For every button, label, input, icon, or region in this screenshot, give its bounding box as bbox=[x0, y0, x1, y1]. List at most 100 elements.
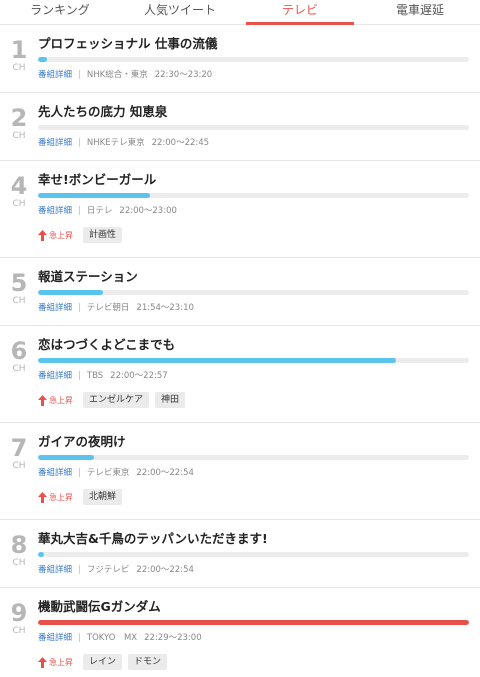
keyword-tag[interactable]: エンゼルケア bbox=[83, 392, 150, 408]
progress-bar bbox=[38, 125, 469, 130]
program-list: 1 CH プロフェッショナル 仕事の流儀 番組詳細 | NHK総合・東京 22:30〜23:… bbox=[0, 25, 480, 677]
progress-bar bbox=[38, 193, 469, 198]
station-name: 日テレ bbox=[86, 206, 113, 216]
trend-tags: 急上昇 レイン ドモン bbox=[38, 654, 469, 670]
program-row[interactable]: 8 CH 華丸大吉&千鳥のテッパンいただきます! 番組詳細 | フジテレビ 22:00〜22… bbox=[0, 520, 480, 588]
channel-number: 9 CH bbox=[0, 600, 38, 637]
program-row[interactable]: 2 CH 先人たちの底力 知恵泉番組詳細 | NHKEテレ東京 22:00〜22:45 bbox=[0, 93, 480, 161]
program-title[interactable]: 幸せ!ボンビーガール bbox=[38, 172, 469, 188]
progress-bar bbox=[38, 290, 469, 295]
broadcast-time: 21:54〜23:10 bbox=[136, 303, 194, 313]
station-name: フジテレビ bbox=[86, 565, 130, 575]
program-meta: 番組詳細 | TOKYO MX 22:29〜23:00 bbox=[38, 632, 469, 644]
program-detail-link[interactable]: 番組詳細 bbox=[38, 633, 72, 643]
rising-badge: 急上昇 bbox=[38, 394, 73, 406]
progress-bar bbox=[38, 552, 469, 557]
station-name: NHKEテレ東京 bbox=[86, 138, 145, 148]
broadcast-time: 22:00〜22:57 bbox=[110, 371, 168, 381]
keyword-tag[interactable]: レイン bbox=[83, 654, 123, 670]
tab-popular-tweets[interactable]: 人気ツイート bbox=[120, 0, 240, 24]
rising-arrow-icon bbox=[38, 491, 47, 503]
channel-number-value: 1 bbox=[10, 36, 28, 64]
channel-number-value: 8 bbox=[10, 531, 28, 559]
program-meta: 番組詳細 | テレビ朝日 21:54〜23:10 bbox=[38, 302, 469, 314]
trend-tags: 急上昇 計画性 bbox=[38, 227, 469, 243]
progress-bar-fill bbox=[38, 358, 396, 363]
rising-arrow-icon bbox=[38, 656, 47, 668]
channel-number-value: 9 bbox=[10, 599, 28, 627]
meta-separator: | bbox=[78, 138, 81, 148]
rising-arrow-icon bbox=[38, 394, 47, 406]
channel-number: 4 CH bbox=[0, 173, 38, 210]
program-title[interactable]: 華丸大吉&千鳥のテッパンいただきます! bbox=[38, 531, 469, 547]
keyword-tag[interactable]: 北朝鮮 bbox=[83, 489, 123, 505]
program-row[interactable]: 9 CH 機動武闘伝Gガンダム 番組詳細 | TOKYO MX 22:29〜23:00 急上昇… bbox=[0, 588, 480, 677]
program-meta: 番組詳細 | NHK総合・東京 22:30〜23:20 bbox=[38, 69, 469, 81]
rising-badge: 急上昇 bbox=[38, 229, 73, 241]
program-title[interactable]: 先人たちの底力 知恵泉 bbox=[38, 104, 469, 120]
program-detail-link[interactable]: 番組詳細 bbox=[38, 206, 72, 216]
broadcast-time: 22:00〜23:00 bbox=[119, 206, 177, 216]
program-meta: 番組詳細 | TBS 22:00〜22:57 bbox=[38, 370, 469, 382]
broadcast-time: 22:00〜22:45 bbox=[151, 138, 210, 148]
program-detail-link[interactable]: 番組詳細 bbox=[38, 371, 72, 381]
progress-bar-fill bbox=[38, 290, 103, 295]
program-title[interactable]: 機動武闘伝Gガンダム bbox=[38, 599, 469, 615]
channel-number: 8 CH bbox=[0, 532, 38, 569]
broadcast-time: 22:29〜23:00 bbox=[144, 633, 202, 643]
channel-number: 7 CH bbox=[0, 435, 38, 472]
channel-number-value: 5 bbox=[10, 269, 28, 297]
program-title[interactable]: 報道ステーション bbox=[38, 269, 469, 285]
tab-train-delays[interactable]: 電車遅延 bbox=[360, 0, 480, 24]
program-title[interactable]: プロフェッショナル 仕事の流儀 bbox=[38, 36, 469, 52]
trend-tags: 急上昇 エンゼルケア 神田 bbox=[38, 392, 469, 408]
channel-unit-label: CH bbox=[12, 364, 26, 374]
program-row[interactable]: 7 CH ガイアの夜明け番組詳細 | テレビ東京 22:00〜22:54 急上昇 北朝鮮 bbox=[0, 423, 480, 520]
program-detail-link[interactable]: 番組詳細 bbox=[38, 70, 72, 80]
channel-unit-label: CH bbox=[12, 626, 26, 636]
program-row[interactable]: 4 CH 幸せ!ボンビーガール 番組詳細 | 日テレ 22:00〜23:00 急上昇 計画性 bbox=[0, 161, 480, 258]
trend-tags: 急上昇 北朝鮮 bbox=[38, 489, 469, 505]
program-row[interactable]: 6 CH 恋はつづくよどこまでも 番組詳細 | TBS 22:00〜22:57 急上昇 エンゼル… bbox=[0, 326, 480, 423]
broadcast-time: 22:00〜22:54 bbox=[136, 468, 194, 478]
rising-label: 急上昇 bbox=[49, 230, 73, 240]
station-name: NHK総合・東京 bbox=[86, 70, 148, 80]
channel-number-value: 4 bbox=[10, 172, 28, 200]
program-row[interactable]: 5 CH 報道ステーション番組詳細 | テレビ朝日 21:54〜23:10 bbox=[0, 258, 480, 326]
progress-bar bbox=[38, 358, 469, 363]
program-title[interactable]: ガイアの夜明け bbox=[38, 434, 469, 450]
program-detail-link[interactable]: 番組詳細 bbox=[38, 138, 72, 148]
station-name: テレビ東京 bbox=[86, 468, 130, 478]
program-row[interactable]: 1 CH プロフェッショナル 仕事の流儀 番組詳細 | NHK総合・東京 22:30〜23:… bbox=[0, 25, 480, 93]
channel-number-value: 7 bbox=[10, 434, 28, 462]
program-meta: 番組詳細 | テレビ東京 22:00〜22:54 bbox=[38, 467, 469, 479]
meta-separator: | bbox=[78, 371, 81, 381]
program-detail-link[interactable]: 番組詳細 bbox=[38, 565, 72, 575]
station-name: テレビ朝日 bbox=[86, 303, 130, 313]
program-meta: 番組詳細 | フジテレビ 22:00〜22:54 bbox=[38, 564, 469, 576]
keyword-tag[interactable]: 計画性 bbox=[83, 227, 123, 243]
broadcast-time: 22:00〜22:54 bbox=[136, 565, 194, 575]
meta-separator: | bbox=[78, 468, 81, 478]
program-detail-link[interactable]: 番組詳細 bbox=[38, 303, 72, 313]
station-name: TBS bbox=[86, 371, 104, 381]
rising-label: 急上昇 bbox=[49, 657, 73, 667]
rising-badge: 急上昇 bbox=[38, 656, 73, 668]
progress-bar bbox=[38, 620, 469, 625]
keyword-tag[interactable]: ドモン bbox=[128, 654, 168, 670]
program-meta: 番組詳細 | NHKEテレ東京 22:00〜22:45 bbox=[38, 137, 469, 149]
meta-separator: | bbox=[78, 70, 81, 80]
program-detail-link[interactable]: 番組詳細 bbox=[38, 468, 72, 478]
rising-label: 急上昇 bbox=[49, 395, 73, 405]
channel-unit-label: CH bbox=[12, 63, 26, 73]
meta-separator: | bbox=[78, 565, 81, 575]
meta-separator: | bbox=[78, 633, 81, 643]
progress-bar-fill bbox=[38, 552, 45, 557]
channel-number: 2 CH bbox=[0, 105, 38, 142]
keyword-tag[interactable]: 神田 bbox=[155, 392, 186, 408]
tab-tv[interactable]: テレビ bbox=[240, 0, 360, 25]
program-title[interactable]: 恋はつづくよどこまでも bbox=[38, 337, 469, 353]
channel-unit-label: CH bbox=[12, 296, 26, 306]
meta-separator: | bbox=[78, 303, 81, 313]
tab-ranking[interactable]: ランキング bbox=[0, 0, 120, 24]
